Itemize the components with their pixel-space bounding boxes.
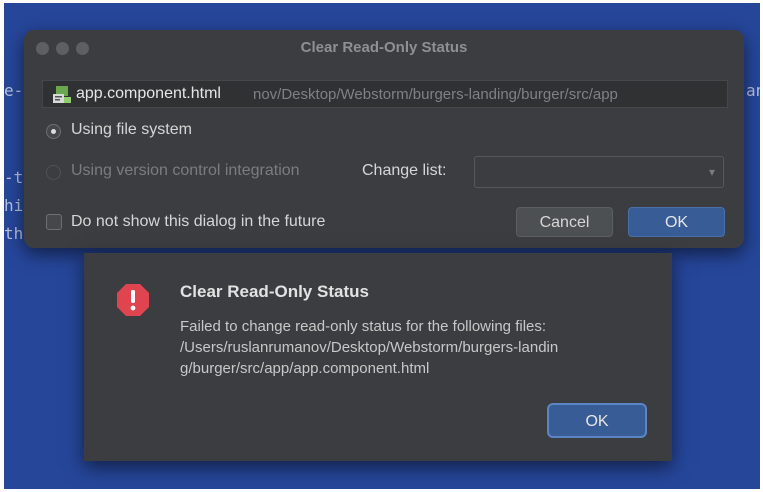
change-list-select[interactable]: ▾	[474, 156, 724, 188]
code-line: hi	[4, 196, 24, 215]
dialog-title: Clear Read-Only Status	[300, 39, 468, 56]
change-list-label: Change list:	[362, 162, 447, 179]
dialog-titlebar: Clear Read-Only Status	[24, 30, 744, 66]
error-icon	[117, 284, 149, 316]
html-file-icon	[53, 86, 71, 103]
code-line: -t	[4, 168, 24, 187]
error-dialog: Clear Read-Only Status Failed to change …	[84, 253, 672, 461]
error-title: Clear Read-Only Status	[180, 282, 369, 301]
error-ok-button[interactable]: OK	[547, 403, 647, 438]
code-line: an	[746, 81, 760, 100]
clear-readonly-dialog: Clear Read-Only Status app.component.htm…	[24, 30, 744, 248]
vcs-label: Using version control integration	[71, 162, 300, 179]
file-name: app.component.html	[76, 85, 221, 102]
code-line: th	[4, 224, 24, 243]
file-system-label: Using file system	[71, 121, 192, 138]
code-line: e-	[4, 81, 24, 100]
error-message: Failed to change read-only status for th…	[180, 316, 650, 379]
cancel-button[interactable]: Cancel	[516, 207, 613, 237]
file-path: nov/Desktop/Webstorm/burgers-landing/bur…	[253, 86, 618, 103]
file-path-box: app.component.html nov/Desktop/Webstorm/…	[42, 80, 728, 108]
error-message-line: /Users/ruslanrumanov/Desktop/Webstorm/bu…	[180, 339, 559, 356]
do-not-show-checkbox[interactable]	[46, 214, 62, 230]
file-system-radio[interactable]	[46, 124, 61, 139]
ok-button[interactable]: OK	[628, 207, 725, 237]
error-message-line: Failed to change read-only status for th…	[180, 318, 547, 335]
chevron-down-icon: ▾	[708, 165, 715, 179]
error-message-line: g/burger/src/app/app.component.html	[180, 360, 430, 377]
vcs-radio[interactable]	[46, 165, 61, 180]
do-not-show-label: Do not show this dialog in the future	[71, 213, 326, 230]
